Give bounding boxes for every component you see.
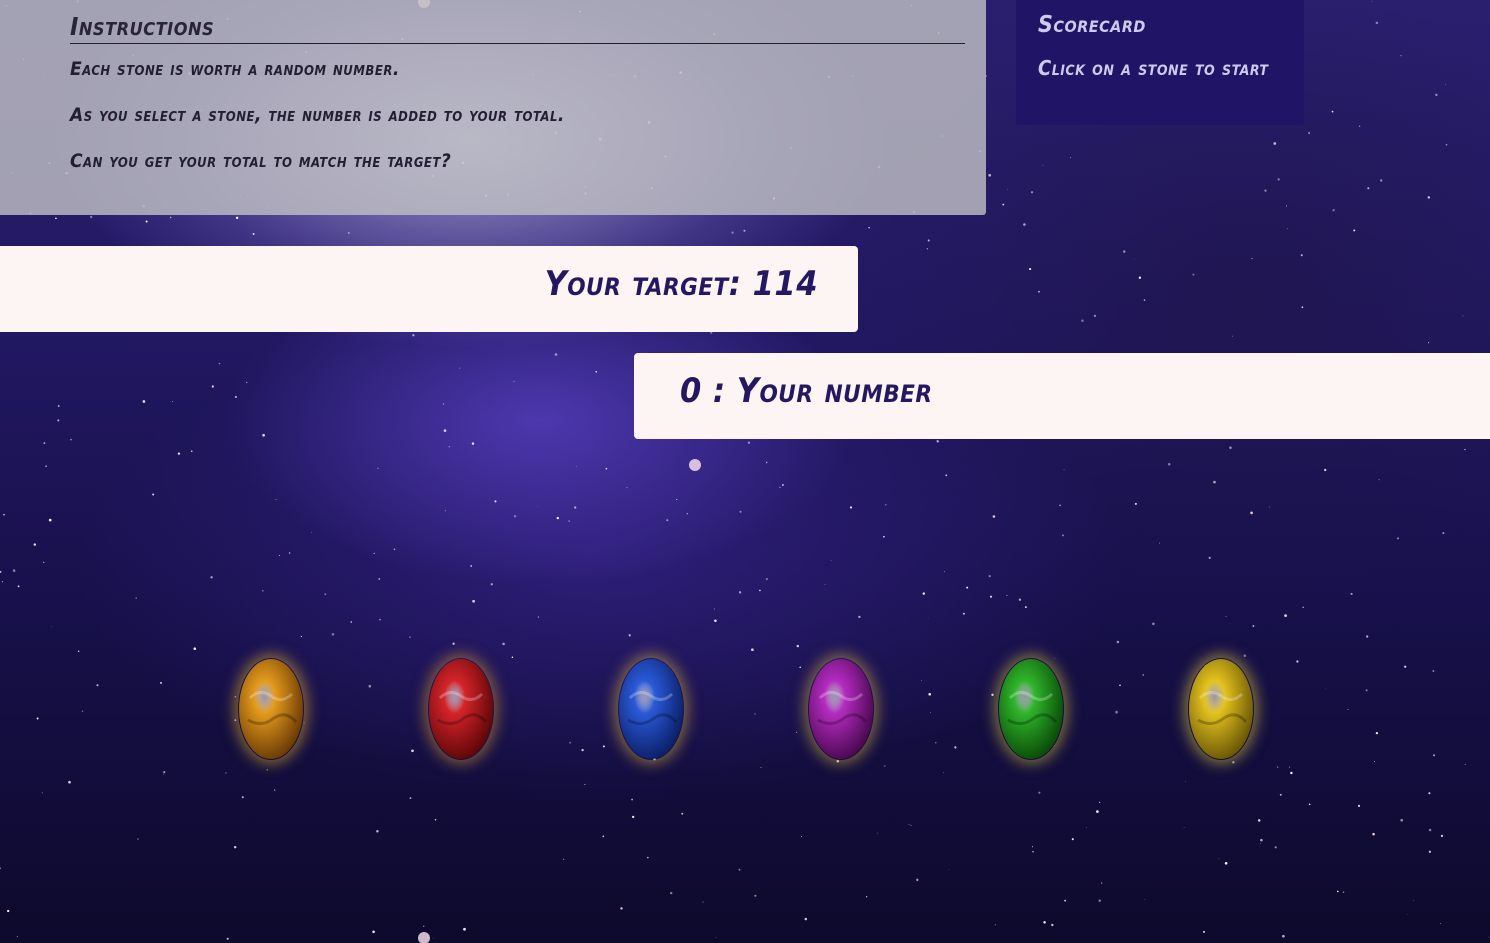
instruction-line-3: Can you get your total to match the targ… <box>70 150 452 172</box>
red-stone[interactable] <box>428 658 494 760</box>
instructions-title: Instructions <box>70 12 965 44</box>
orange-stone-gem <box>239 659 303 759</box>
purple-stone[interactable] <box>808 658 874 760</box>
green-stone[interactable] <box>998 658 1064 760</box>
target-label: Your target: 114 <box>544 264 818 304</box>
blue-stone[interactable] <box>618 658 684 760</box>
yellow-stone-gem <box>1189 659 1253 759</box>
orange-stone[interactable] <box>238 658 304 760</box>
your-number-bar: 0 : Your number <box>634 353 1490 439</box>
yellow-stone[interactable] <box>1188 658 1254 760</box>
instructions-panel: Instructions Each stone is worth a rando… <box>0 0 986 215</box>
scorecard-title: Scorecard <box>1038 12 1146 38</box>
your-number-label: 0 : Your number <box>680 371 933 411</box>
target-bar: Your target: 114 <box>0 246 858 332</box>
scorecard-panel: Scorecard Click on a stone to start <box>1016 0 1304 125</box>
blue-stone-gem <box>619 659 683 759</box>
scorecard-message: Click on a stone to start <box>1038 56 1269 80</box>
green-stone-gem <box>999 659 1063 759</box>
purple-stone-gem <box>809 659 873 759</box>
instruction-line-2: As you select a stone, the number is add… <box>70 104 565 126</box>
instruction-line-1: Each stone is worth a random number. <box>70 58 400 80</box>
red-stone-gem <box>429 659 493 759</box>
